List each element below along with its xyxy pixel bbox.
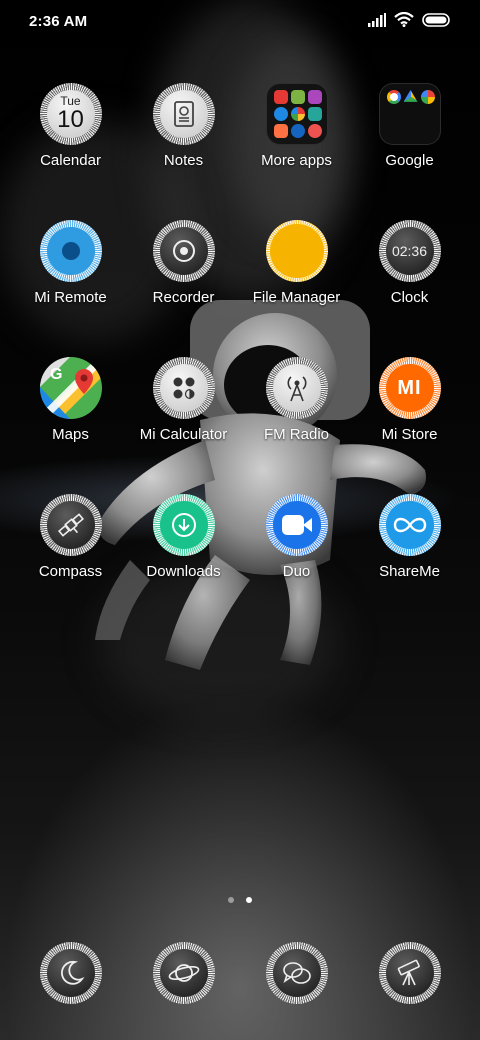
wifi-icon (394, 11, 414, 32)
mi-logo: MI (397, 376, 422, 399)
mi-community-icon (307, 124, 322, 138)
app-file-manager[interactable]: File Manager (240, 219, 353, 356)
wps-icon (273, 90, 288, 104)
remote-icon (39, 219, 103, 283)
folder-icon (265, 82, 329, 146)
browser-icon (273, 107, 288, 121)
app-label: More apps (261, 152, 332, 169)
mi-pay-icon (290, 124, 305, 138)
music-icon (273, 124, 288, 138)
folder-google[interactable]: Google (353, 82, 466, 219)
telescope-icon (378, 941, 442, 1005)
app-mi-calculator[interactable]: Mi Calculator (127, 356, 240, 493)
dock-app-camera[interactable] (353, 941, 466, 1005)
maps-icon: G (39, 356, 103, 420)
notes-icon (152, 82, 216, 146)
app-label: Compass (38, 563, 103, 580)
app-label: Calendar (40, 152, 101, 169)
app-label: Downloads (146, 563, 221, 580)
download-icon (152, 493, 216, 557)
themes-icon (307, 90, 322, 104)
app-calendar[interactable]: Tue 10 Calendar (14, 82, 127, 219)
mi-store-icon: MI (378, 356, 442, 420)
app-mi-store[interactable]: MI Mi Store (353, 356, 466, 493)
dock (14, 941, 466, 1005)
app-duo[interactable]: Duo (240, 493, 353, 630)
app-label: Mi Store (381, 426, 438, 443)
calendar-icon: Tue 10 (39, 82, 103, 146)
svg-text:G: G (50, 366, 62, 383)
app-label: Recorder (152, 289, 215, 306)
folder-icon (378, 82, 442, 146)
calculator-icon (152, 356, 216, 420)
calendar-date: 10 (57, 106, 84, 133)
gallery-icon (290, 90, 305, 104)
satellite-icon (39, 493, 103, 557)
app-label: Google (385, 152, 434, 169)
dock-app-phone[interactable] (14, 941, 127, 1005)
app-label: FM Radio (263, 426, 330, 443)
app-label: File Manager (252, 289, 341, 306)
games-icon (307, 107, 322, 121)
security-icon (290, 107, 305, 121)
clock-icon: 02:36 (378, 219, 442, 283)
app-recorder[interactable]: Recorder (127, 219, 240, 356)
dock-app-chat[interactable] (240, 941, 353, 1005)
app-compass[interactable]: Compass (14, 493, 127, 630)
clock-time: 02:36 (391, 243, 428, 259)
moon-icon (39, 941, 103, 1005)
planet-icon (152, 941, 216, 1005)
app-shareme[interactable]: ShareMe (353, 493, 466, 630)
app-label: ShareMe (379, 563, 440, 580)
app-label: Mi Remote (34, 289, 107, 306)
app-clock[interactable]: 02:36 Clock (353, 219, 466, 356)
drive-icon (403, 90, 418, 102)
recorder-icon (152, 219, 216, 283)
app-label: Clock (390, 289, 429, 306)
page-dot[interactable] (228, 897, 234, 903)
app-label: Duo (282, 563, 311, 580)
google-icon (386, 90, 401, 104)
folder-more-apps[interactable]: More apps (240, 82, 353, 219)
app-label: Notes (163, 152, 204, 169)
chat-bubbles-icon (265, 941, 329, 1005)
photos-icon (420, 90, 435, 104)
app-downloads[interactable]: Downloads (127, 493, 240, 630)
infinity-icon (378, 493, 442, 557)
signal-icon (368, 12, 386, 32)
app-fm-radio[interactable]: FM Radio (240, 356, 353, 493)
status-bar: 2:36 AM (0, 0, 480, 44)
app-label: Maps (52, 426, 89, 443)
app-maps[interactable]: G Maps (14, 356, 127, 493)
status-time: 2:36 AM (29, 13, 88, 30)
app-notes[interactable]: Notes (127, 82, 240, 219)
battery-icon (422, 12, 452, 32)
dock-app-messages[interactable] (127, 941, 240, 1005)
app-grid: Tue 10 Calendar Notes More apps Google M… (14, 82, 466, 630)
page-dot-active[interactable] (246, 897, 252, 903)
app-mi-remote[interactable]: Mi Remote (14, 219, 127, 356)
file-manager-icon (265, 219, 329, 283)
radio-icon (265, 356, 329, 420)
page-indicator (0, 897, 480, 903)
app-label: Mi Calculator (139, 426, 228, 443)
video-camera-icon (265, 493, 329, 557)
